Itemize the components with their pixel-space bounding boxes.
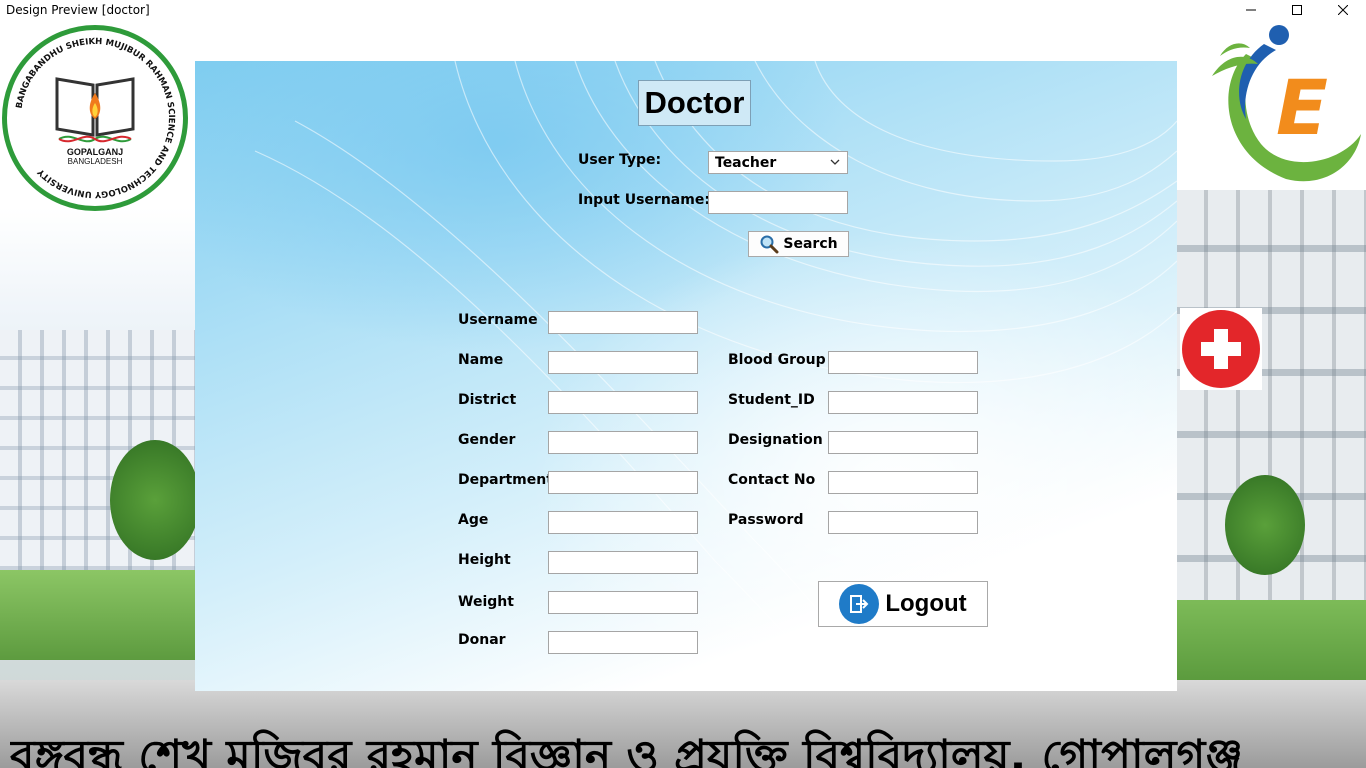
student-id-field[interactable] <box>828 391 978 414</box>
close-button[interactable] <box>1320 0 1366 20</box>
plus-icon <box>1201 329 1241 369</box>
age-field[interactable] <box>548 511 698 534</box>
department-label: Department <box>458 472 553 488</box>
close-icon <box>1338 5 1348 15</box>
user-type-value: Teacher <box>715 154 777 171</box>
grass-left <box>0 570 200 660</box>
designation-label: Designation <box>728 432 823 448</box>
district-field[interactable] <box>548 391 698 414</box>
university-ring-text: BANGABANDHU SHEIKH MUJIBUR RAHMAN SCIENC… <box>15 37 176 199</box>
logout-button[interactable]: Logout <box>818 581 988 627</box>
minimize-icon <box>1246 9 1256 11</box>
weight-field[interactable] <box>548 591 698 614</box>
user-type-label: User Type: <box>578 152 662 168</box>
input-username-field[interactable] <box>708 191 848 214</box>
brand-e-letter: E <box>1276 63 1328 152</box>
logout-icon <box>839 584 880 624</box>
window-title: Design Preview [doctor] <box>6 3 150 17</box>
contact-no-label: Contact No <box>728 472 816 488</box>
university-name-banner: বঙ্গবন্ধু শেখ মুজিবুর রহমান বিজ্ঞান ও প্… <box>10 731 1243 768</box>
donar-field[interactable] <box>548 631 698 654</box>
input-username-label: Input Username: <box>578 192 710 208</box>
university-logo-ring: BANGABANDHU SHEIKH MUJIBUR RAHMAN SCIENC… <box>15 37 176 199</box>
medical-cross-icon <box>1180 308 1262 390</box>
maximize-button[interactable] <box>1274 0 1320 20</box>
weight-label: Weight <box>458 594 514 610</box>
gender-field[interactable] <box>548 431 698 454</box>
minimize-button[interactable] <box>1228 0 1274 20</box>
svg-text:BANGABANDHU SHEIKH MUJIBUR RAH: BANGABANDHU SHEIKH MUJIBUR RAHMAN SCIENC… <box>15 37 176 199</box>
tree <box>1225 475 1305 575</box>
height-label: Height <box>458 552 511 568</box>
donar-label: Donar <box>458 632 506 648</box>
chevron-down-icon <box>830 159 840 165</box>
doctor-form-panel: Doctor User Type: Teacher Input Username… <box>195 61 1177 691</box>
search-icon <box>760 235 779 254</box>
tree <box>110 440 200 560</box>
department-field[interactable] <box>548 471 698 494</box>
brand-e-logo: E <box>1206 24 1362 184</box>
maximize-icon <box>1292 5 1302 15</box>
search-button[interactable]: Search <box>748 231 849 257</box>
username-label: Username <box>458 312 538 328</box>
search-button-label: Search <box>783 236 838 252</box>
designation-field[interactable] <box>828 431 978 454</box>
page-title: Doctor <box>638 80 751 126</box>
user-type-select[interactable]: Teacher <box>708 151 848 174</box>
brand-e-icon: E <box>1212 25 1361 182</box>
username-field[interactable] <box>548 311 698 334</box>
name-field[interactable] <box>548 351 698 374</box>
student-id-label: Student_ID <box>728 392 815 408</box>
height-field[interactable] <box>548 551 698 574</box>
age-label: Age <box>458 512 489 528</box>
blood-group-field[interactable] <box>828 351 978 374</box>
district-label: District <box>458 392 517 408</box>
password-label: Password <box>728 512 804 528</box>
gender-label: Gender <box>458 432 516 448</box>
university-logo: BANGABANDHU SHEIKH MUJIBUR RAHMAN SCIENC… <box>2 25 188 211</box>
window-title-bar: Design Preview [doctor] <box>0 0 1366 20</box>
name-label: Name <box>458 352 504 368</box>
contact-no-field[interactable] <box>828 471 978 494</box>
password-field[interactable] <box>828 511 978 534</box>
medical-cross-circle <box>1182 310 1260 388</box>
logout-button-label: Logout <box>885 590 967 617</box>
blood-group-label: Blood Group <box>728 352 826 368</box>
